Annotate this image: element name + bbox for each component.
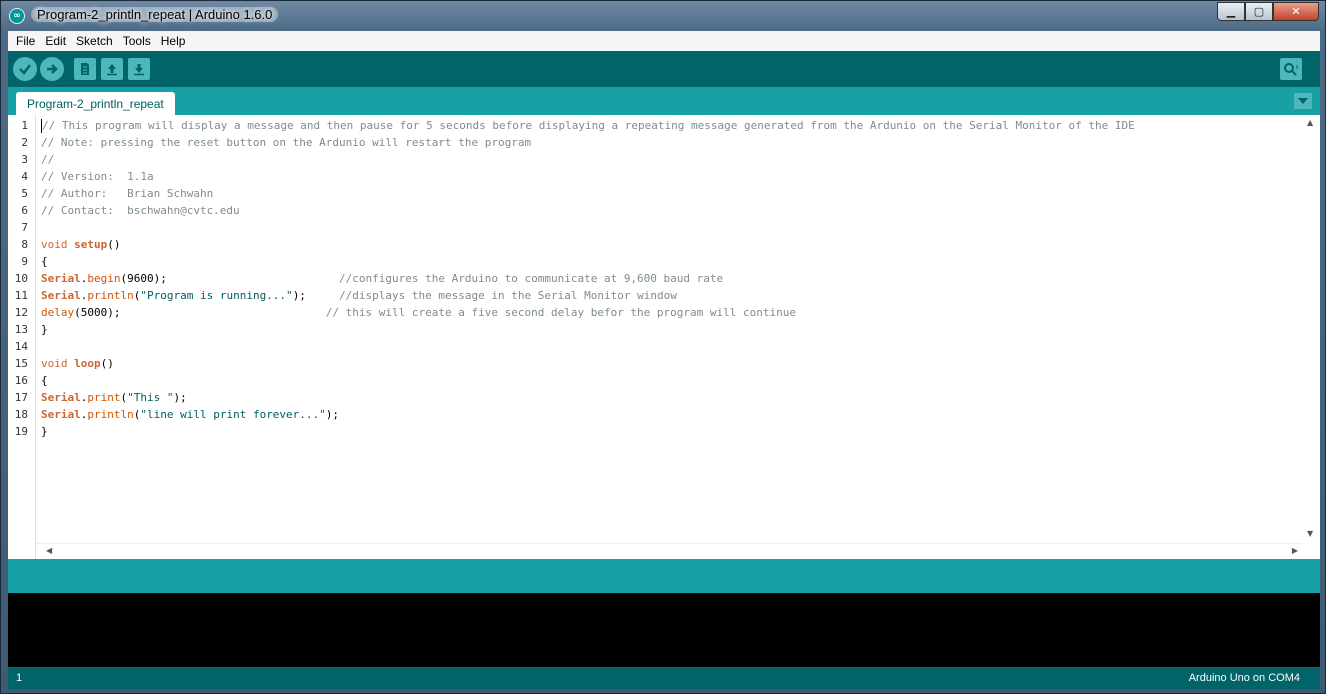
scroll-down-icon[interactable]: ▼ — [1307, 529, 1313, 538]
board-port-label: Arduino Uno on COM4 — [1188, 672, 1300, 684]
code-line: Serial.println("Program is running...");… — [41, 289, 677, 302]
code-line: // Contact: bschwahn@cvtc.edu — [41, 204, 240, 217]
code-text-area[interactable]: // This program will display a message a… — [36, 115, 1302, 543]
close-button[interactable]: ✕ — [1273, 2, 1319, 21]
title-bar[interactable]: ∞ Program-2_println_repeat | Arduino 1.6… — [1, 1, 1325, 31]
line-number: 9 — [21, 255, 28, 268]
line-number: 1 — [21, 119, 28, 132]
code-line: Serial.print("This "); — [41, 391, 187, 404]
line-number: 7 — [21, 221, 28, 234]
code-line: Serial.println("line will print forever.… — [41, 408, 340, 421]
save-button[interactable] — [128, 58, 150, 80]
line-number: 5 — [21, 187, 28, 200]
status-footer: 1 Arduino Uno on COM4 — [8, 667, 1320, 689]
upload-button[interactable] — [40, 57, 64, 81]
line-number: 12 — [14, 306, 28, 319]
menu-file[interactable]: File — [11, 34, 40, 48]
open-button[interactable] — [101, 58, 123, 80]
horizontal-scrollbar[interactable]: ◀ ▶ — [36, 543, 1302, 559]
tab-sketch[interactable]: Program-2_println_repeat — [16, 92, 175, 115]
line-number: 14 — [14, 340, 28, 353]
code-line: // — [41, 153, 55, 166]
arduino-ide-window: ∞ Program-2_println_repeat | Arduino 1.6… — [0, 0, 1326, 694]
arduino-logo-icon: ∞ — [9, 8, 25, 24]
line-number: 13 — [14, 323, 28, 336]
line-number: 11 — [14, 289, 28, 302]
menu-bar: File Edit Sketch Tools Help — [8, 31, 1320, 51]
open-icon — [107, 64, 117, 76]
chevron-down-icon — [1298, 98, 1308, 104]
output-console[interactable] — [8, 593, 1320, 667]
line-number: 16 — [14, 374, 28, 387]
tab-menu-button[interactable] — [1294, 93, 1312, 109]
scroll-up-icon[interactable]: ▲ — [1307, 118, 1313, 127]
code-line: delay(5000); // this will create a five … — [41, 306, 796, 319]
window-controls: ▁ ▢ ✕ — [1217, 2, 1319, 21]
save-icon — [134, 64, 144, 76]
code-line: { — [41, 255, 48, 268]
serial-monitor-icon — [1284, 63, 1298, 76]
new-icon — [81, 63, 89, 75]
line-number: 8 — [21, 238, 28, 251]
menu-sketch[interactable]: Sketch — [71, 34, 118, 48]
code-line: } — [41, 323, 48, 336]
line-number: 4 — [21, 170, 28, 183]
scroll-right-icon[interactable]: ▶ — [1292, 546, 1298, 555]
line-number: 17 — [14, 391, 28, 404]
line-number: 10 — [14, 272, 28, 285]
vertical-scrollbar[interactable]: ▲ ▼ — [1303, 115, 1320, 543]
line-number-gutter: 1 2 3 4 5 6 7 8 9 10 11 12 13 14 15 16 1… — [8, 115, 36, 559]
window-title: Program-2_println_repeat | Arduino 1.6.0 — [31, 7, 279, 22]
menu-help[interactable]: Help — [156, 34, 191, 48]
upload-icon — [47, 64, 58, 74]
code-line: void setup() — [41, 238, 121, 251]
code-line: Serial.begin(9600); //configures the Ard… — [41, 272, 724, 285]
menu-tools[interactable]: Tools — [118, 34, 156, 48]
code-line: // Author: Brian Schwahn — [41, 187, 214, 200]
code-line: void loop() — [41, 357, 114, 370]
tab-bar: Program-2_println_repeat — [8, 87, 1320, 115]
code-line: // Version: 1.1a — [41, 170, 154, 183]
current-line-number: 1 — [16, 672, 23, 684]
line-number: 18 — [14, 408, 28, 421]
toolbar — [8, 51, 1320, 87]
line-number: 3 — [21, 153, 28, 166]
code-line: } — [41, 425, 48, 438]
menu-edit[interactable]: Edit — [40, 34, 71, 48]
line-number: 6 — [21, 204, 28, 217]
line-number: 19 — [14, 425, 28, 438]
verify-icon — [19, 64, 31, 75]
verify-button[interactable] — [13, 57, 37, 81]
code-editor[interactable]: 1 2 3 4 5 6 7 8 9 10 11 12 13 14 15 16 1… — [8, 115, 1320, 559]
client-area: File Edit Sketch Tools Help Program-2_pr… — [8, 31, 1320, 689]
scroll-left-icon[interactable]: ◀ — [46, 546, 52, 555]
maximize-button[interactable]: ▢ — [1245, 2, 1273, 21]
serial-monitor-button[interactable] — [1280, 58, 1302, 80]
new-button[interactable] — [74, 58, 96, 80]
code-line: { — [41, 374, 48, 387]
message-area — [8, 559, 1320, 593]
line-number: 15 — [14, 357, 28, 370]
code-line: // This program will display a message a… — [41, 119, 1135, 133]
minimize-button[interactable]: ▁ — [1217, 2, 1245, 21]
line-number: 2 — [21, 136, 28, 149]
code-line: // Note: pressing the reset button on th… — [41, 136, 532, 149]
